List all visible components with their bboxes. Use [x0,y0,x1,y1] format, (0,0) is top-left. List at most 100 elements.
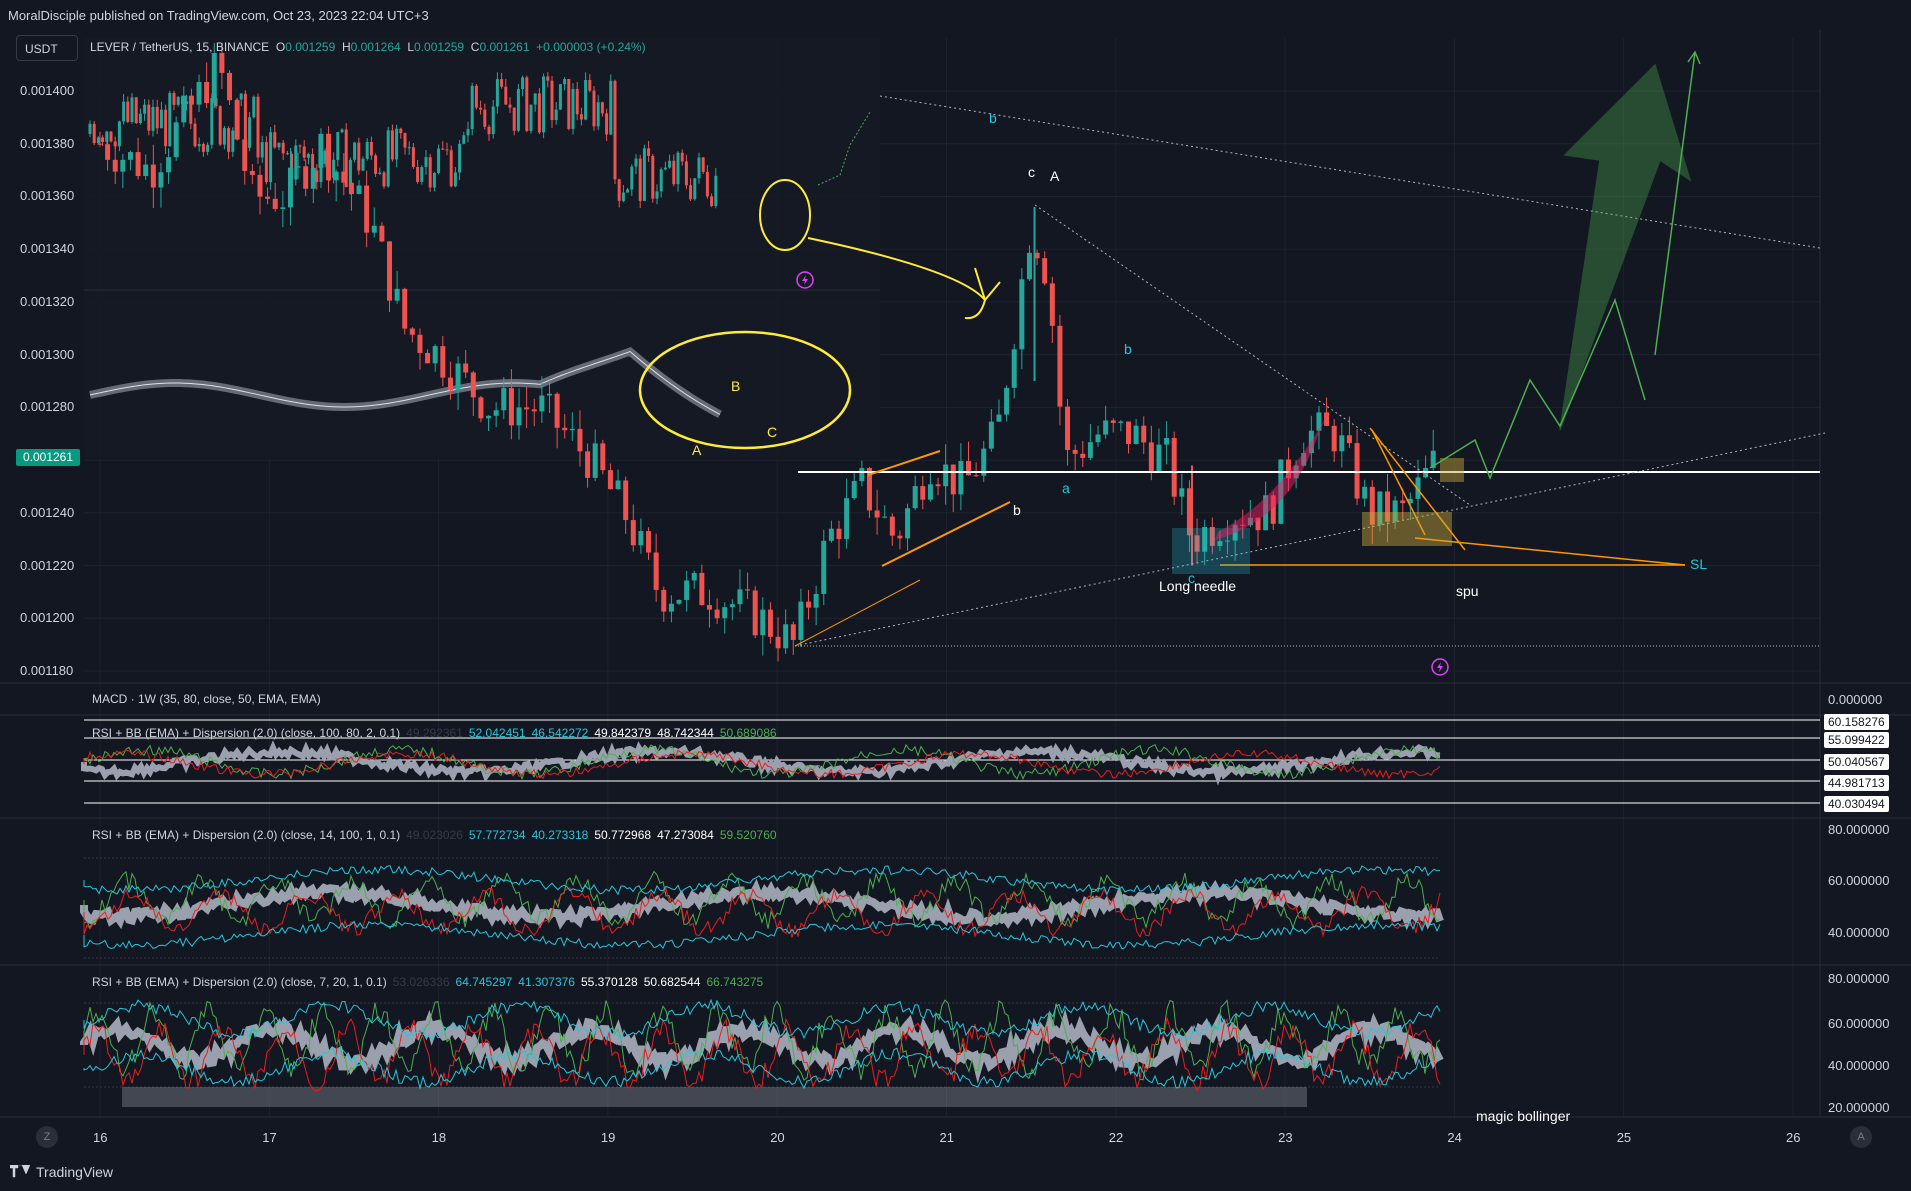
inset-body [563,79,567,85]
rsi3-label-2: 40.000000 [1828,1058,1890,1073]
time-tick-label: 24 [1447,1130,1462,1145]
candle-body [356,185,362,194]
inset-body [374,155,378,174]
inset-body [542,76,546,133]
inset-body [147,104,151,131]
inset-body [390,130,394,160]
candle-body [737,589,743,605]
candle-body [600,443,606,471]
inset-body [306,154,310,158]
inset-body [357,142,361,171]
candle-body [196,82,202,105]
inset-body [680,152,684,162]
candle-body [486,415,492,419]
inset-body [705,171,709,197]
candle-body [546,393,552,396]
candle-body [364,185,370,233]
inset-body [441,148,445,150]
time-tick-label: 18 [431,1130,447,1145]
inset-body [449,150,453,187]
candle-body [1400,500,1406,504]
inset-body [491,106,495,135]
time-tick-label: 19 [600,1130,616,1145]
candle-body [310,167,316,189]
candle-body [150,164,156,188]
auto-scale-button[interactable]: A [1850,1126,1872,1148]
inset-body [361,158,365,171]
annotation-label: a [1062,480,1070,496]
inset-body [458,143,462,173]
quote-currency-button[interactable]: USDT [16,35,78,61]
inset-body [689,185,693,200]
inset-body [382,172,386,187]
candle-body [432,346,438,364]
candle-body [653,552,659,590]
inset-body [554,109,558,121]
candle-body [478,397,484,419]
inset-body [369,141,373,156]
candle-body [958,460,964,495]
inset-body [159,109,163,129]
candle-body [950,464,956,495]
chart-canvas[interactable] [0,0,1911,1191]
candle-body [1087,442,1093,458]
high-value: 0.001264 [350,40,401,54]
time-tick-label: 23 [1278,1130,1293,1145]
inset-body [516,88,520,131]
inset-body [621,192,625,201]
candle-body [889,516,895,536]
inset-body [546,76,550,81]
inset-body [298,145,302,147]
candle-body [97,143,103,145]
rsi3-label-3: 20.000000 [1828,1100,1890,1115]
footer-brand: TradingView [36,1164,114,1180]
candle-body [440,346,446,378]
tradingview-logo-icon [10,1165,30,1178]
inset-body [710,196,714,207]
candle-body [1042,258,1048,284]
macd-title: MACD · 1W (35, 80, close, 50, EMA, EMA) [92,692,321,706]
candle-body [630,520,636,546]
inset-body [647,148,651,156]
annotation-label: b [1013,502,1021,518]
inset-body [197,143,201,147]
zoom-button[interactable]: Z [36,1126,58,1148]
candle-body [204,82,210,104]
inset-body [395,128,399,160]
candle-body [752,590,758,636]
inset-body [353,142,357,160]
candle-body [173,122,179,158]
candle-body [1164,437,1170,445]
candle-body [516,407,522,426]
inset-body [126,101,130,122]
annotation-label: c [1028,164,1035,180]
inset-body [109,131,113,142]
inset-body [697,157,701,179]
time-tick-label: 20 [770,1130,785,1145]
candle-body [272,198,278,209]
rsi1-label-2: 50.040567 [1824,754,1889,770]
candle-body [112,159,118,172]
candle-body [166,157,172,173]
candle-body [943,464,949,487]
candle-body [1011,349,1017,388]
candle-body [1171,437,1177,497]
annotation-label: A [1050,168,1060,184]
inset-body [269,132,273,183]
rsi3-title: RSI + BB (EMA) + Dispersion (2.0) (close… [92,975,764,989]
candle-body [1072,449,1078,454]
inset-body [521,77,525,89]
macd-zero-label: 0.000000 [1828,692,1883,707]
inset-body [134,97,138,124]
candle-body [966,460,972,476]
inset-body [638,158,642,201]
inset-body [693,178,697,200]
candle-body [1141,425,1147,443]
candle-body [318,133,324,168]
inset-body [613,80,617,180]
inset-body [88,123,92,134]
symbol-name: LEVER / TetherUS, 15, BINANCE [90,40,270,54]
inset-body [399,128,403,134]
inset-body [264,142,268,183]
candle-body [265,196,271,199]
